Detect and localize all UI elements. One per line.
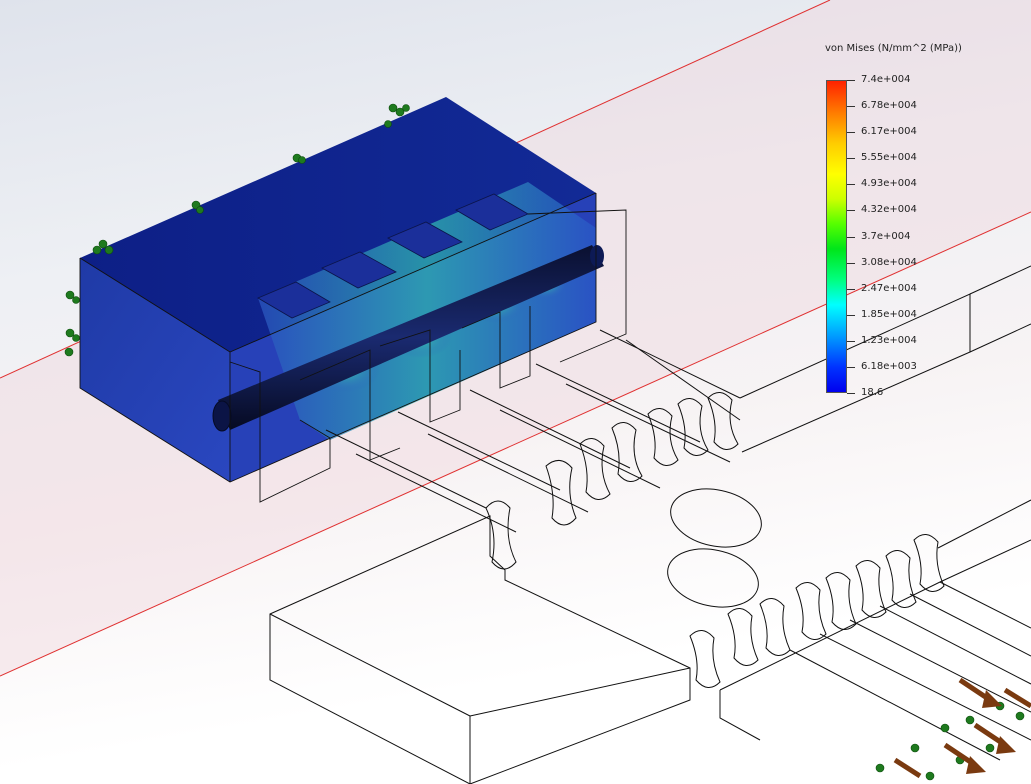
legend-tick <box>847 366 855 368</box>
legend-tick <box>847 184 855 186</box>
legend-tick-label: 18.6 <box>861 387 884 398</box>
legend-tick-label: 7.4e+004 <box>861 74 911 85</box>
legend-tick <box>847 106 855 108</box>
legend-tick <box>847 80 855 81</box>
legend-tick-label: 2.47e+004 <box>861 282 917 294</box>
legend-tick-label: 3.08e+004 <box>861 256 917 268</box>
legend-tick <box>847 314 855 316</box>
legend-tick-label: 3.7e+004 <box>861 230 911 242</box>
legend-tick <box>847 158 855 160</box>
legend-tick <box>847 288 855 290</box>
legend-tick <box>847 340 855 342</box>
legend-tick-label: 4.32e+004 <box>861 204 917 216</box>
legend-title: von Mises (N/mm^2 (MPa)) <box>825 43 962 54</box>
legend-tick-label: 6.18e+003 <box>861 360 917 372</box>
legend-tick-label: 4.93e+004 <box>861 178 917 190</box>
legend-tick <box>847 262 855 264</box>
stress-legend: von Mises (N/mm^2 (MPa)) 7.4e+004 6.78e+0… <box>824 42 1024 402</box>
legend-tick-label: 5.55e+004 <box>861 152 917 164</box>
color-scale-bar <box>826 80 847 393</box>
legend-tick-label: 6.78e+004 <box>861 100 917 112</box>
legend-tick-label: 1.23e+004 <box>861 334 917 346</box>
legend-tick <box>847 236 855 238</box>
legend-tick <box>847 393 855 394</box>
legend-tick-label: 1.85e+004 <box>861 308 917 320</box>
legend-tick <box>847 210 855 212</box>
legend-tick-label: 6.17e+004 <box>861 126 917 138</box>
legend-tick <box>847 132 855 134</box>
